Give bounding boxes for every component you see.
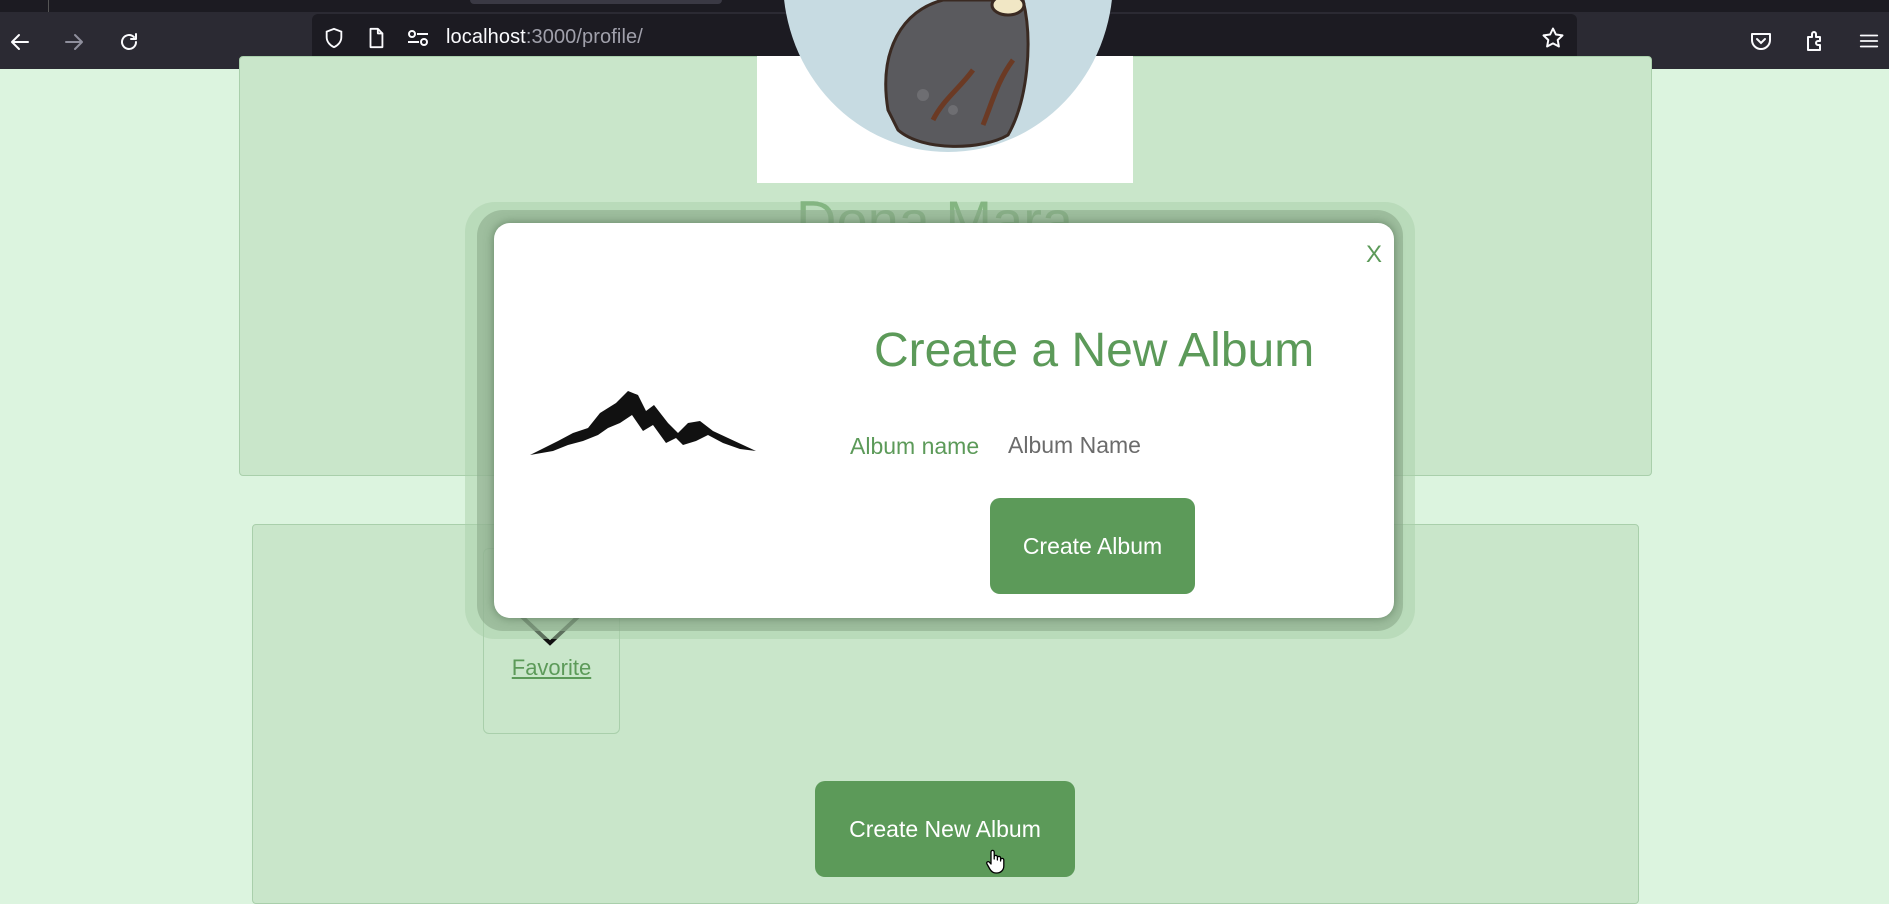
create-album-modal: X Create a New Album Album name Create A… bbox=[494, 223, 1394, 618]
forward-icon[interactable] bbox=[58, 26, 90, 58]
tab-divider bbox=[48, 0, 49, 12]
shield-icon[interactable] bbox=[322, 26, 346, 50]
reload-icon[interactable] bbox=[113, 26, 145, 58]
close-button[interactable]: X bbox=[1366, 241, 1382, 269]
create-new-album-button[interactable]: Create New Album bbox=[815, 781, 1075, 877]
hand-cursor-icon bbox=[986, 849, 1005, 874]
modal-title: Create a New Album bbox=[874, 324, 1315, 377]
album-name-input[interactable] bbox=[1008, 423, 1258, 467]
album-name-label: Album name bbox=[850, 433, 980, 459]
page-icon[interactable] bbox=[364, 26, 388, 50]
favorite-album-link[interactable]: Favorite bbox=[484, 655, 619, 681]
permissions-icon[interactable] bbox=[406, 26, 430, 50]
pocket-icon[interactable] bbox=[1746, 26, 1776, 56]
bookmark-star-icon[interactable] bbox=[1541, 26, 1565, 50]
url-text: localhost:3000/profile/ bbox=[446, 26, 643, 48]
back-icon[interactable] bbox=[4, 26, 36, 58]
mountain-logo bbox=[530, 391, 756, 455]
menu-icon[interactable] bbox=[1854, 26, 1884, 56]
avatar bbox=[783, 0, 1113, 153]
create-album-button[interactable]: Create Album bbox=[990, 498, 1195, 594]
extensions-icon[interactable] bbox=[1800, 26, 1830, 56]
active-tab-edge bbox=[470, 0, 722, 4]
